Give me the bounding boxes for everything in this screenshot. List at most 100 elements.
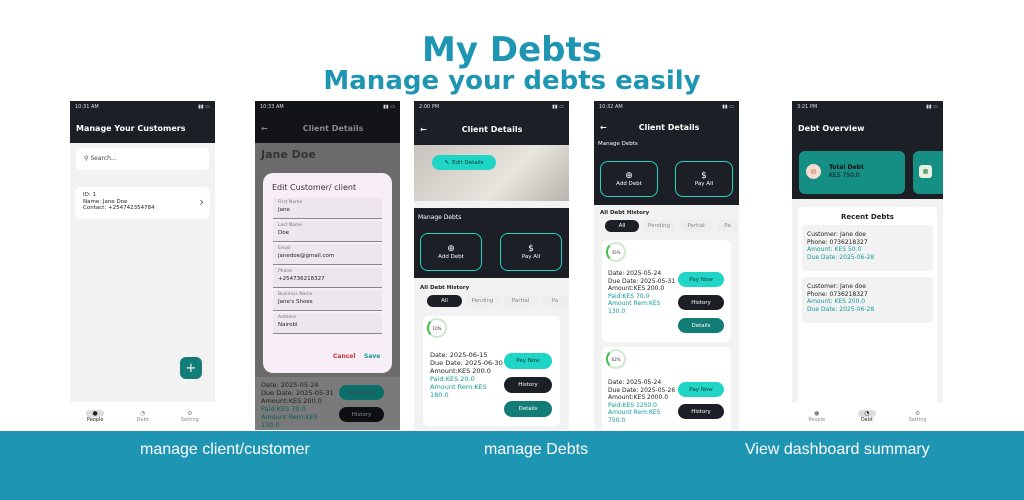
- pay-now-button[interactable]: Pay Now: [678, 272, 724, 287]
- people-icon: ●: [814, 409, 820, 417]
- phone-manage-debts: 2:00 PM ▮▮ ▭ ← Client Details ✎ Edit Detail…: [414, 101, 569, 430]
- pay-now-button[interactable]: Pay Now: [678, 382, 724, 397]
- save-button[interactable]: Save: [364, 353, 380, 360]
- cancel-button[interactable]: Cancel: [333, 353, 355, 360]
- wallet-icon: ▤: [806, 164, 821, 179]
- phone-dashboard: 3:21 PM ▮▮ ▭ Debt Overview ▤ Total Debt K…: [792, 101, 943, 430]
- field-label: Last Name: [278, 223, 303, 228]
- field-label: Phone: [278, 269, 292, 274]
- plus-circle-icon: ⊕: [447, 244, 455, 254]
- debt-icon: ◔: [139, 409, 146, 417]
- app-bar: ← Client Details: [594, 113, 739, 141]
- add-debt-button[interactable]: ⊕ Add Debt: [600, 161, 658, 197]
- caption-debts: manage Debts: [484, 441, 589, 458]
- search-icon: ⚲: [84, 155, 89, 162]
- form-field[interactable]: First Name Jane: [273, 198, 382, 219]
- form-field[interactable]: Email janedoe@gmail.com: [273, 244, 382, 265]
- pay-now-button[interactable]: Pay Now: [504, 353, 552, 369]
- status-bar: 2:00 PM ▮▮ ▭: [414, 101, 569, 113]
- app-bar: ← Client Details: [255, 113, 400, 143]
- field-label: Email: [278, 246, 291, 251]
- plus-circle-icon: ⊕: [625, 171, 633, 181]
- dollar-icon: $: [701, 171, 707, 181]
- pay-all-button[interactable]: $ Pay All: [500, 233, 562, 271]
- chip-partial[interactable]: Partial: [679, 220, 713, 232]
- phone-customers: 10:31 AM ▮▮ ▭ Manage Your Customers ⚲ Sea…: [70, 101, 215, 430]
- history-button[interactable]: History: [339, 407, 384, 422]
- nav-people[interactable]: ● People: [808, 410, 825, 423]
- app-bar: Debt Overview: [792, 113, 943, 143]
- chevron-right-icon: ›: [199, 195, 204, 209]
- form-field[interactable]: Business Name Jane's Shoes: [273, 290, 382, 311]
- back-arrow-icon[interactable]: ←: [261, 124, 268, 133]
- bottom-nav: ● People ◔ Debt ⚙ Setting: [792, 402, 943, 430]
- recent-debts-panel: Recent Debts Customer: Jane doe Phone: 0…: [798, 207, 937, 427]
- gear-icon: ⚙: [187, 409, 193, 417]
- status-bar: 10:33 AM ▮▮ ▭: [255, 101, 400, 113]
- field-value: Jane: [278, 207, 290, 213]
- nav-debt[interactable]: ◔ Debt: [857, 409, 876, 423]
- history-button[interactable]: History: [678, 404, 724, 419]
- back-arrow-icon[interactable]: ←: [420, 125, 427, 134]
- edit-icon: ✎: [444, 159, 450, 166]
- progress-ring: 35%: [606, 242, 626, 262]
- details-button[interactable]: Details: [678, 318, 724, 333]
- behind-card: Date: 2025-05-24 Due Date: 2025-05-31 Am…: [255, 377, 400, 430]
- chip-paid[interactable]: Pa: [541, 295, 569, 307]
- search-input[interactable]: ⚲ Search...: [76, 148, 209, 170]
- pay-all-button[interactable]: $ Pay All: [675, 161, 733, 197]
- progress-ring: 62%: [606, 349, 626, 369]
- field-value: +254736218327: [278, 276, 325, 282]
- chart-icon: ▦: [919, 165, 932, 178]
- details-button[interactable]: Details: [504, 401, 552, 417]
- field-label: First Name: [278, 200, 303, 205]
- nav-setting[interactable]: ⚙ Setting: [181, 410, 199, 423]
- form-field[interactable]: Last Name Doe: [273, 221, 382, 242]
- gear-icon: ⚙: [914, 409, 921, 417]
- chip-pending[interactable]: Pending: [465, 295, 500, 307]
- form-field[interactable]: Phone +254736218327: [273, 267, 382, 288]
- back-arrow-icon[interactable]: ←: [600, 123, 607, 132]
- app-bar: Manage Your Customers: [70, 113, 215, 143]
- debt-card: 62% Date: 2025-05-24 Due Date: 2025-05-2…: [602, 347, 731, 430]
- field-value: Nairobi: [278, 322, 298, 328]
- nav-setting[interactable]: ⚙ Setting: [909, 410, 927, 423]
- field-value: janedoe@gmail.com: [278, 253, 335, 259]
- screen-title: Manage Your Customers: [76, 123, 186, 133]
- pay-now-button[interactable]: Pay Now: [339, 385, 384, 400]
- chip-all[interactable]: All: [427, 295, 462, 307]
- customer-list-item[interactable]: ID: 1 Name: Jane Doe Contact: +254742354…: [75, 187, 210, 219]
- add-customer-button[interactable]: +: [180, 357, 202, 379]
- caption-dashboard: View dashboard summary: [745, 441, 930, 458]
- status-bar: 3:21 PM ▮▮ ▭: [792, 101, 943, 113]
- field-value: Doe: [278, 230, 289, 236]
- debt-card: 35% Date: 2025-05-24 Due Date: 2025-05-3…: [602, 240, 731, 342]
- form-field[interactable]: Address Nairobi: [273, 313, 382, 334]
- nav-people[interactable]: ● People: [86, 409, 105, 423]
- chip-pending[interactable]: Pending: [642, 220, 676, 232]
- field-value: Jane's Shoes: [278, 299, 313, 305]
- manage-debts-panel: Manage Debts ⊕ Add Debt $ Pay All: [594, 141, 739, 205]
- edit-client-dialog: Edit Customer/ client First Name Jane Last…: [263, 173, 392, 373]
- history-title: All Debt History: [600, 210, 650, 216]
- total-debt-card[interactable]: ▤ Total Debt KES 750.0: [799, 151, 905, 194]
- history-button[interactable]: History: [504, 377, 552, 393]
- dialog-title: Edit Customer/ client: [272, 183, 357, 192]
- header-image: [414, 145, 569, 201]
- history-button[interactable]: History: [678, 295, 724, 310]
- recent-debt-item[interactable]: Customer: Jane doe Phone: 0736218327 Amo…: [802, 277, 933, 323]
- debt-icon: ◔: [857, 409, 876, 417]
- field-label: Business Name: [278, 292, 313, 297]
- edit-details-button[interactable]: ✎ Edit Details: [432, 155, 496, 170]
- add-debt-button[interactable]: ⊕ Add Debt: [420, 233, 482, 271]
- secondary-summary-card[interactable]: ▦: [913, 151, 943, 194]
- recent-debt-item[interactable]: Customer: Jane doe Phone: 0736218327 Amo…: [802, 225, 933, 271]
- phone-edit-client: 10:33 AM ▮▮ ▭ ← Client Details Jane Doe Da…: [255, 101, 400, 430]
- people-icon: ●: [86, 409, 105, 417]
- chip-partial[interactable]: Partial: [503, 295, 538, 307]
- chip-paid[interactable]: Pa: [716, 220, 739, 232]
- debt-card: 10% Date: 2025-06-15 Due Date: 2025-06-3…: [423, 316, 560, 426]
- chip-all[interactable]: All: [605, 220, 639, 232]
- nav-debt[interactable]: ◔ Debt: [137, 410, 149, 423]
- history-title: All Debt History: [420, 285, 470, 291]
